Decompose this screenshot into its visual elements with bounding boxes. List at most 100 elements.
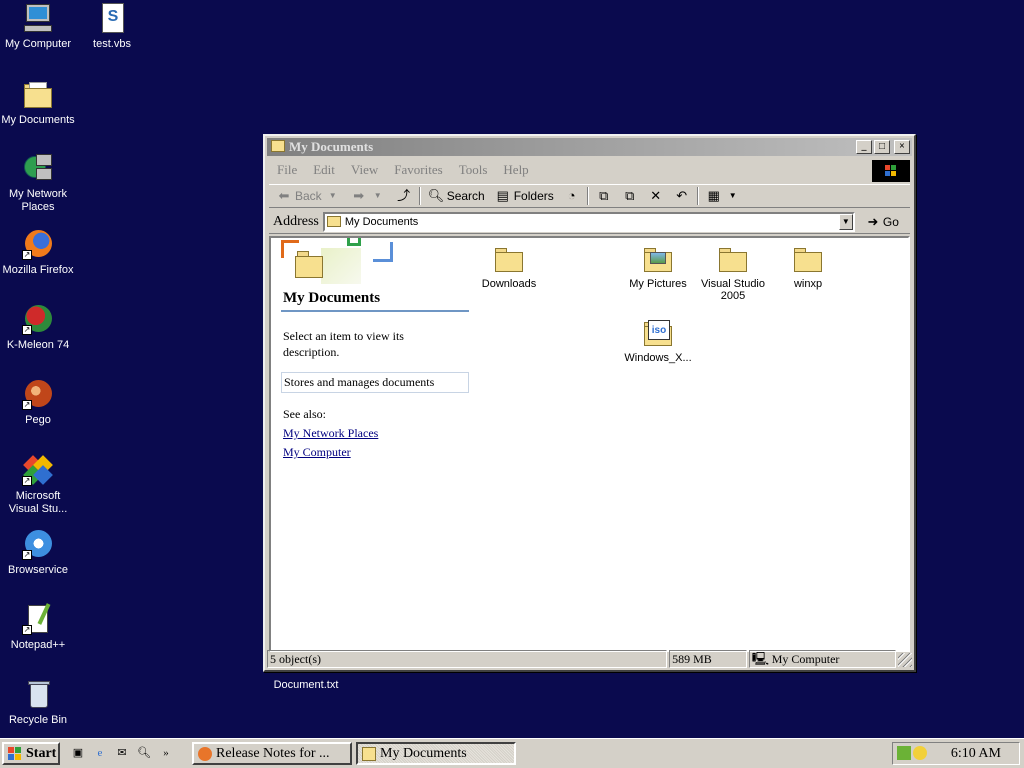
address-label: Address — [273, 213, 319, 229]
up-folder-icon: ⤴ — [397, 188, 411, 203]
go-button[interactable]: ➜ Go — [859, 213, 899, 230]
standard-toolbar: ⬅ Back ▼ ➡ ▼ ⤴ 🔍︎ Search ▤ Folders ◔ ⧉ ⧉ — [269, 184, 910, 208]
start-label: Start — [26, 746, 57, 761]
search-icon[interactable]: 🔍︎ — [136, 745, 152, 761]
file-item-windows-iso[interactable]: iso Windows_X... — [620, 316, 696, 364]
task-my-documents[interactable]: My Documents — [356, 742, 516, 765]
folder-item-visual-studio-2005[interactable]: Visual Studio 2005 — [695, 242, 771, 302]
menu-favorites[interactable]: Favorites — [386, 162, 450, 178]
network-tray-icon[interactable] — [897, 746, 911, 760]
delete-button[interactable]: ✕ — [645, 186, 667, 206]
chevron-down-icon[interactable]: ▼ — [370, 188, 386, 204]
desktop-icon-k-meleon[interactable]: ↗ K-Meleon 74 — [0, 303, 76, 352]
desktop-icon-my-computer[interactable]: My Computer — [0, 2, 76, 51]
notepad-plus-plus-icon: ↗ — [22, 603, 54, 635]
link-my-computer[interactable]: My Computer — [283, 445, 479, 460]
computer-icon — [22, 2, 54, 34]
folder-banner-image — [281, 238, 481, 290]
resize-grip[interactable] — [898, 653, 912, 667]
desktop-icon-label: Recycle Bin — [8, 714, 68, 726]
chevron-down-icon[interactable]: ▼ — [325, 188, 341, 204]
maximize-button[interactable]: □ — [874, 140, 890, 154]
menu-bar: File Edit View Favorites Tools Help — [269, 160, 870, 180]
up-folder-button[interactable]: ⤴ — [393, 186, 415, 206]
desktop-icon-notepad-plus-plus[interactable]: ↗ Notepad++ — [0, 603, 76, 652]
see-also-label: See also: — [283, 407, 326, 421]
quick-launch-chevron[interactable]: » — [158, 745, 174, 761]
desktop-icon-label: test.vbs — [93, 38, 131, 50]
minimize-button[interactable]: _ — [856, 140, 872, 154]
task-release-notes[interactable]: Release Notes for ... — [192, 742, 352, 765]
desktop-icon-label: Browservice — [8, 564, 68, 576]
clock[interactable]: 6:10 AM — [951, 743, 1001, 764]
documents-folder-icon — [22, 78, 54, 110]
forward-button[interactable]: ➡ ▼ — [348, 186, 389, 206]
k-meleon-icon: ↗ — [22, 303, 54, 335]
menu-view[interactable]: View — [343, 162, 386, 178]
folder-item-downloads[interactable]: Downloads — [471, 242, 547, 290]
search-button[interactable]: 🔍︎ Search — [425, 186, 488, 206]
views-button[interactable]: ▦ ▼ — [703, 186, 744, 206]
desktop-icon-test-vbs[interactable]: S test.vbs — [74, 2, 150, 51]
folders-button[interactable]: ▤ Folders — [492, 186, 557, 206]
desktop-icon-my-network-places[interactable]: My Network Places — [0, 152, 76, 214]
firefox-icon: ↗ — [22, 228, 54, 260]
copy-to-icon: ⧉ — [625, 188, 635, 203]
move-to-button[interactable]: ⧉ — [593, 186, 615, 206]
taskbar: Start ▣ e ✉ 🔍︎ » Release Notes for ... M… — [0, 738, 1024, 768]
desktop-icon-recycle-bin[interactable]: Recycle Bin — [0, 678, 76, 727]
file-label: Windows_X... — [624, 352, 692, 364]
desktop-icon-label: Mozilla Firefox — [2, 264, 74, 276]
go-arrow-icon: ➜ — [867, 213, 879, 229]
tray-app-icon[interactable] — [913, 746, 927, 760]
address-bar: Address My Documents ▼ ➜ Go — [269, 210, 910, 234]
close-button[interactable]: × — [894, 140, 910, 154]
copy-to-button[interactable]: ⧉ — [619, 186, 641, 206]
desktop-icon-my-documents[interactable]: My Documents — [0, 78, 76, 127]
system-tray: 6:10 AM — [892, 742, 1020, 765]
explorer-window[interactable]: My Documents _ □ × File Edit View Favori… — [263, 134, 916, 672]
menu-tools[interactable]: Tools — [451, 162, 496, 178]
undo-button[interactable]: ↶ — [671, 186, 693, 206]
start-button[interactable]: Start — [2, 742, 60, 765]
back-label: Back — [295, 189, 322, 203]
history-button[interactable]: ◔ — [561, 186, 583, 206]
visual-studio-icon: ↗ — [22, 454, 54, 486]
toolbar-separator — [418, 187, 421, 205]
desktop-icon-browservice[interactable]: ↗ Browservice — [0, 528, 76, 577]
desktop-icon-pego[interactable]: ↗ Pego — [0, 378, 76, 427]
outlook-express-icon[interactable]: ✉ — [114, 745, 130, 761]
menu-file[interactable]: File — [269, 162, 305, 178]
desktop-icon-firefox[interactable]: ↗ Mozilla Firefox — [0, 228, 76, 277]
folder-item-my-pictures[interactable]: My Pictures — [620, 242, 696, 290]
menu-edit[interactable]: Edit — [305, 162, 343, 178]
folder-view[interactable]: My Documents Select an item to view its … — [269, 236, 910, 652]
network-icon — [22, 152, 54, 184]
internet-explorer-icon[interactable]: e — [92, 745, 108, 761]
windows-logo-icon — [8, 747, 22, 761]
desktop-icon-visual-studio[interactable]: ↗ Microsoft Visual Stu... — [0, 454, 76, 516]
desktop-icon-label: My Computer — [4, 38, 72, 50]
go-label: Go — [882, 214, 899, 229]
back-button[interactable]: ⬅ Back ▼ — [273, 186, 344, 206]
undo-icon: ↶ — [676, 188, 688, 203]
title-bar[interactable]: My Documents _ □ × — [267, 138, 912, 156]
status-zone: 🖳 My Computer — [748, 650, 897, 668]
folder-item-winxp[interactable]: winxp — [770, 242, 846, 290]
status-bar: 5 object(s) 589 MB 🖳 My Computer — [267, 650, 912, 668]
address-input[interactable]: My Documents ▼ — [322, 211, 855, 232]
folder-icon — [326, 216, 341, 227]
iso-file-icon: iso — [642, 316, 674, 346]
search-label: Search — [446, 189, 485, 203]
pego-icon: ↗ — [22, 378, 54, 410]
link-my-network-places[interactable]: My Network Places — [283, 426, 479, 441]
status-object-count: 5 object(s) — [267, 650, 668, 668]
task-label: Release Notes for ... — [216, 746, 330, 761]
chevron-down-icon[interactable]: ▼ — [725, 188, 741, 204]
computer-icon: 🖳 — [751, 651, 770, 666]
menu-help[interactable]: Help — [495, 162, 536, 178]
chevron-down-icon[interactable]: ▼ — [838, 213, 853, 230]
firefox-icon — [198, 747, 212, 761]
folder-icon — [717, 242, 749, 272]
show-desktop-icon[interactable]: ▣ — [70, 745, 86, 761]
